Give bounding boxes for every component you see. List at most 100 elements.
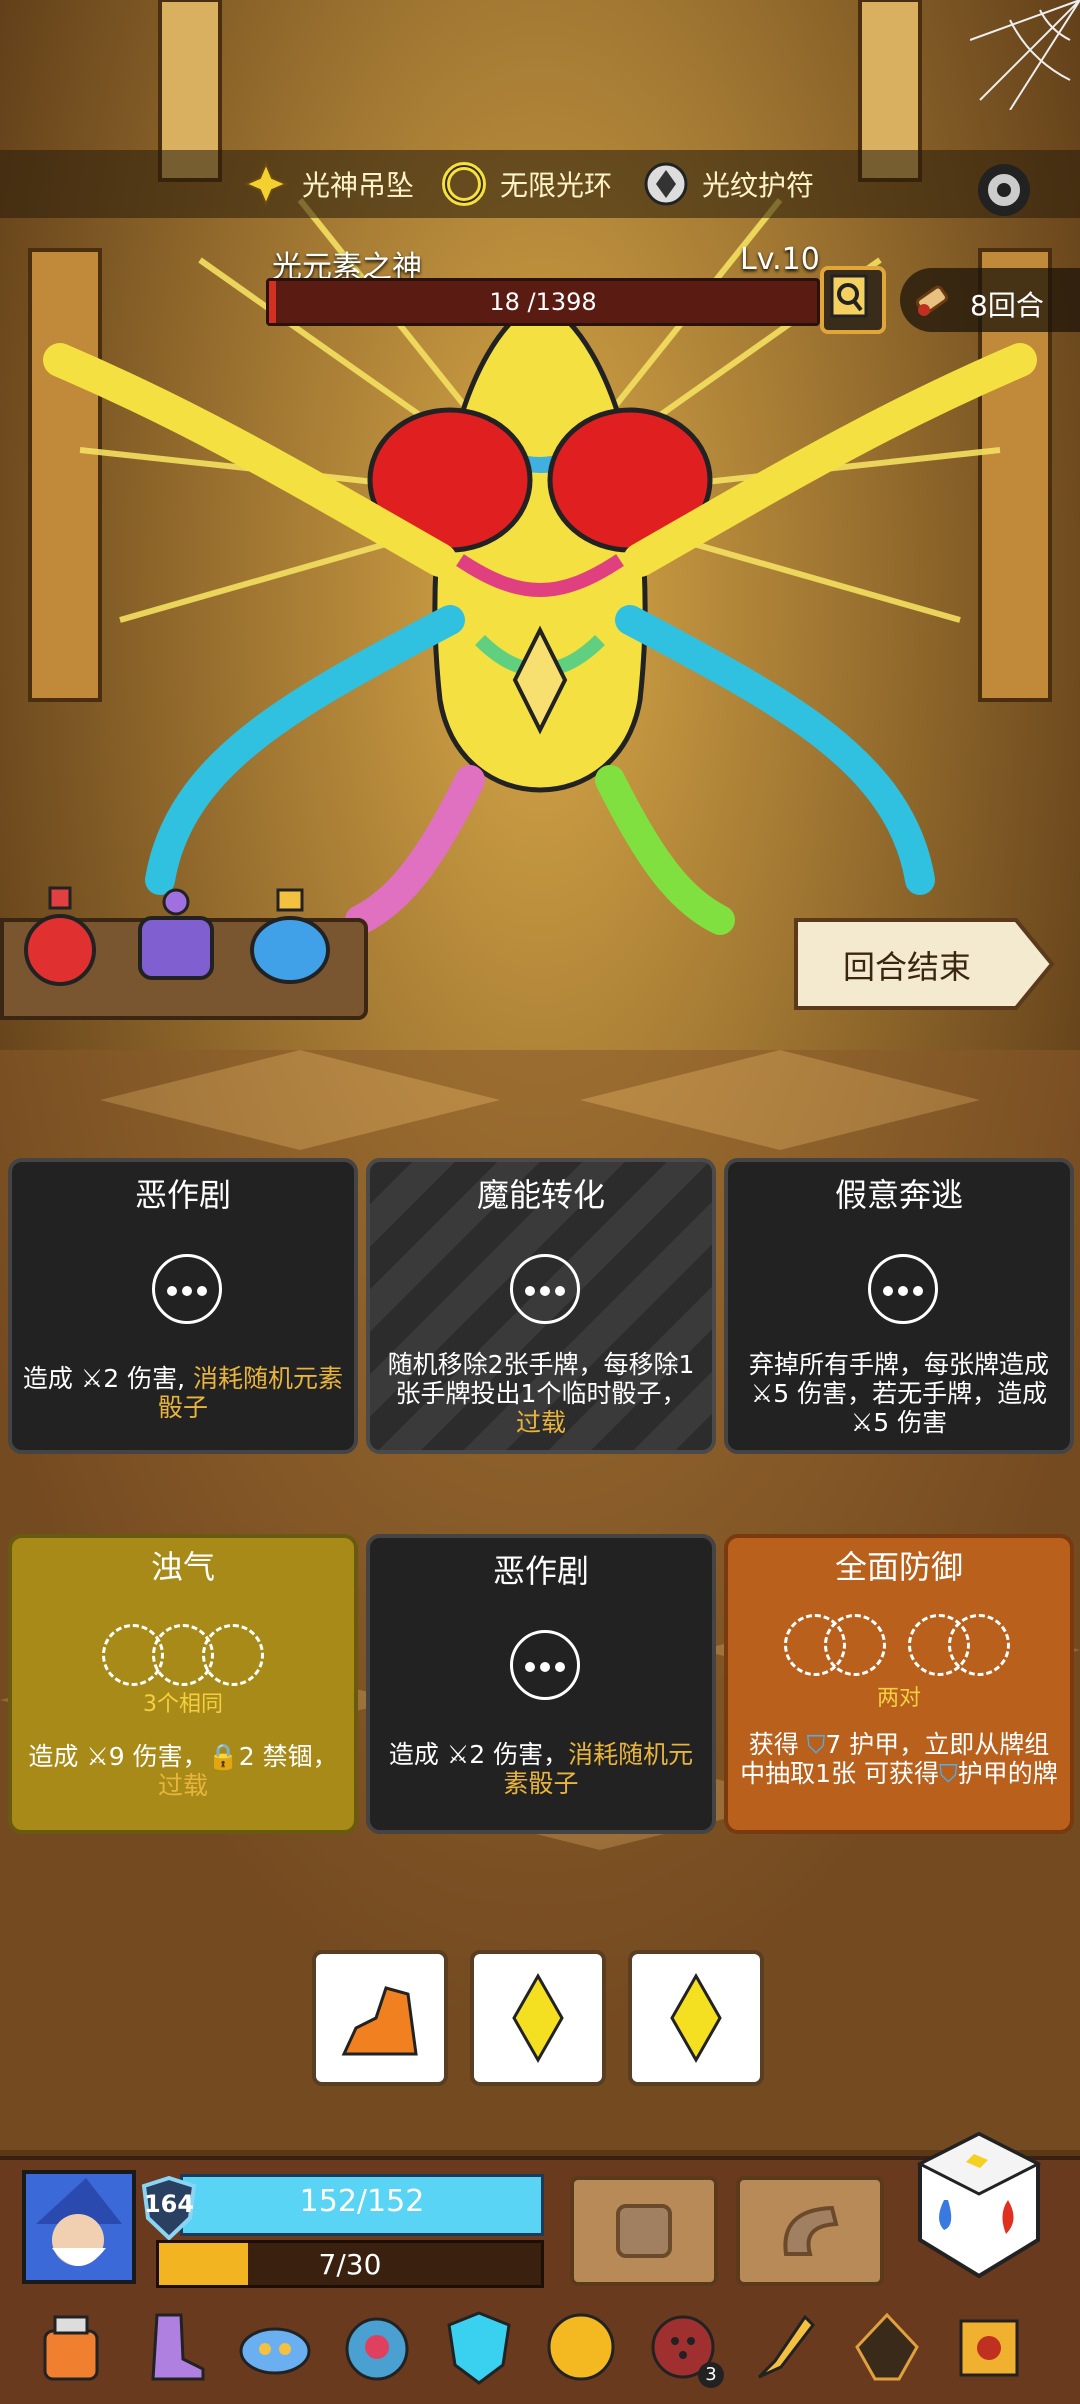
diamond-icon — [512, 1972, 564, 2064]
dice-slot[interactable] — [948, 1614, 1010, 1676]
desc-text: 2 禁锢， — [238, 1742, 338, 1771]
relic-item-amulet[interactable]: 光纹护符 — [640, 150, 814, 218]
card-requirement: 3个相同 — [143, 1692, 223, 1717]
desc-highlight: 过载 — [515, 1408, 566, 1437]
relic-label: 光纹护符 — [702, 169, 815, 202]
purple-potion-icon[interactable] — [134, 884, 218, 994]
card-description: 造成 ⚔9 伤害，🔒2 禁锢， 过载 — [22, 1742, 344, 1800]
card-description: 获得 ⛉7 护甲，立即从牌组中抽取1张 可获得⛉护甲的牌 — [738, 1730, 1060, 1788]
die-light[interactable] — [628, 1950, 764, 2086]
relic-item-pendant[interactable]: 光神吊坠 — [240, 150, 414, 218]
desc-text: 9 伤害， — [108, 1742, 208, 1771]
gear-icon — [978, 164, 1030, 216]
potion-jar-icon — [43, 2315, 99, 2381]
horn-icon — [783, 2205, 839, 2256]
avatar[interactable] — [22, 2170, 136, 2284]
die-light[interactable] — [470, 1950, 606, 2086]
creature-icon — [345, 2317, 409, 2381]
inventory-item-9[interactable] — [846, 2306, 928, 2388]
card-foul-air[interactable]: 浊气 3个相同 造成 ⚔9 伤害，🔒2 禁锢， 过载 — [8, 1534, 358, 1834]
sword-icon: ⚔ — [86, 1742, 109, 1771]
energy-text: 7/30 — [318, 2248, 382, 2281]
desc-text: 护甲的牌 — [957, 1759, 1058, 1788]
sword-icon: ⚔ — [80, 1364, 104, 1393]
shield-icon: ⛉ — [939, 1759, 958, 1788]
card-mana-conversion[interactable]: 魔能转化 随机移除2张手牌，每移除1张手牌投出1个临时骰子， 过载 — [366, 1158, 716, 1454]
halo-ring-icon — [438, 158, 490, 210]
card-title: 全面防御 — [834, 1548, 963, 1586]
inventory-item-6[interactable] — [540, 2306, 622, 2388]
desc-text: 造成 — [28, 1742, 87, 1771]
boss-hp-bar: 18 /1398 — [266, 278, 820, 326]
round-text: 8回合 — [970, 289, 1044, 322]
card-title: 假意奔逃 — [834, 1176, 963, 1214]
inventory-item-2[interactable] — [132, 2306, 214, 2388]
desc-text: 获得 — [748, 1730, 807, 1759]
inventory-item-1[interactable] — [30, 2306, 112, 2388]
inventory-item-4[interactable] — [336, 2306, 418, 2388]
ellipsis-icon — [868, 1254, 938, 1324]
card-description: 造成 ⚔2 伤害，消耗随机元素骰子 — [380, 1740, 702, 1798]
desc-text: 2 伤害， — [469, 1740, 569, 1769]
star-pendant-icon — [240, 158, 292, 210]
relic-label: 无限光环 — [500, 169, 613, 202]
boot-icon — [151, 2313, 205, 2381]
sword-icon: ⚔ — [850, 1408, 874, 1437]
desc-text: 5 伤害 — [873, 1408, 948, 1437]
lock-icon: 🔒 — [207, 1742, 239, 1771]
dice-slot[interactable] — [202, 1624, 264, 1686]
end-turn-label: 回合结束 — [842, 948, 971, 986]
ellipsis-icon — [510, 1630, 580, 1700]
boss-hp-text: 18 /1398 — [489, 288, 597, 316]
card-requirement: 两对 — [876, 1686, 921, 1711]
shield-icon: ⛉ — [806, 1730, 826, 1759]
relic-label: 光神吊坠 — [302, 169, 415, 202]
gem-shield-icon — [447, 2311, 511, 2385]
card-title: 魔能转化 — [476, 1176, 605, 1214]
settings-button[interactable] — [964, 150, 1044, 230]
spellbook-icon — [959, 2319, 1019, 2377]
desc-text: 5 伤害，若无手牌，造成 — [773, 1379, 1048, 1408]
red-potion-icon[interactable] — [20, 884, 100, 994]
desc-highlight: 过载 — [157, 1771, 208, 1800]
inventory-item-8[interactable] — [744, 2306, 826, 2388]
sword-icon: ⚔ — [446, 1740, 470, 1769]
relic-item-halo[interactable]: 无限光环 — [438, 150, 612, 218]
desc-text: 2 伤害, — [103, 1364, 194, 1393]
torch-icon — [757, 2314, 815, 2379]
cloud-icon — [239, 2327, 311, 2375]
blue-potion-icon[interactable] — [248, 884, 332, 994]
card-title: 恶作剧 — [134, 1176, 231, 1214]
scroll-icon — [916, 285, 948, 316]
inventory-item-10[interactable] — [948, 2306, 1030, 2388]
card-prank[interactable]: 恶作剧 造成 ⚔2 伤害, 消耗随机元素骰子 — [8, 1158, 358, 1454]
card-description: 随机移除2张手牌，每移除1张手牌投出1个临时骰子， 过载 — [380, 1350, 702, 1437]
card-description: 弃掉所有手牌，每张牌造成⚔5 伤害，若无手牌，造成⚔5 伤害 — [738, 1350, 1060, 1437]
card-description: 造成 ⚔2 伤害, 消耗随机元素骰子 — [22, 1364, 344, 1422]
golden-orb-icon — [547, 2313, 615, 2381]
armor-value: 164 — [143, 2190, 195, 2218]
card-prank[interactable]: 恶作剧 造成 ⚔2 伤害，消耗随机元素骰子 — [366, 1534, 716, 1834]
item-count-badge: 3 — [698, 2362, 724, 2388]
desc-text: 随机移除2张手牌，每移除1张手牌投出1个临时骰子， — [387, 1350, 695, 1408]
card-full-defense[interactable]: 全面防御 两对 获得 ⛉7 护甲，立即从牌组中抽取1张 可获得⛉护甲的牌 — [724, 1534, 1074, 1834]
ellipsis-icon — [510, 1254, 580, 1324]
skill-slot-1[interactable] — [570, 2176, 718, 2286]
wizard-portrait-icon — [36, 2178, 122, 2266]
enemy-intent-button[interactable] — [820, 266, 886, 334]
magnifier-icon — [830, 274, 868, 318]
roll-dice-button[interactable] — [914, 2130, 1044, 2280]
card-feint-escape[interactable]: 假意奔逃 弃掉所有手牌，每张牌造成⚔5 伤害，若无手牌，造成⚔5 伤害 — [724, 1158, 1074, 1454]
player-hp-text: 152/152 — [299, 2184, 425, 2219]
skill-slot-2[interactable] — [736, 2176, 884, 2286]
ellipsis-icon — [152, 1254, 222, 1324]
inventory-item-3[interactable] — [234, 2306, 316, 2388]
inventory-item-7[interactable]: 3 — [642, 2306, 724, 2388]
fire-shape-icon — [341, 1986, 418, 2056]
die-fire[interactable] — [312, 1950, 448, 2086]
dice-slot[interactable] — [824, 1614, 886, 1676]
card-title: 浊气 — [150, 1548, 215, 1586]
amulet-icon — [640, 158, 692, 210]
desc-text: 造成 — [388, 1740, 447, 1769]
inventory-item-5[interactable] — [438, 2306, 520, 2388]
